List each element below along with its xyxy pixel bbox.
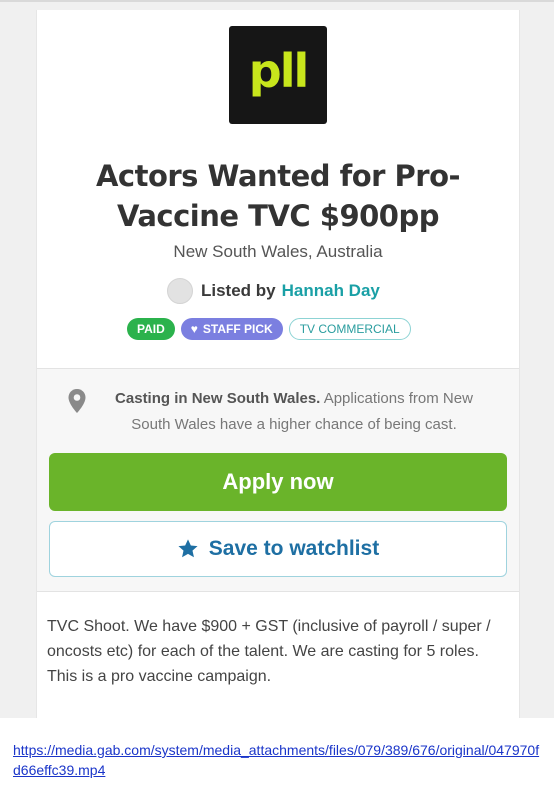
tv-commercial-badge[interactable]: TV COMMERCIAL — [288, 318, 411, 340]
heart-icon: ♥ — [190, 322, 198, 336]
avatar[interactable] — [167, 278, 193, 304]
action-section: Casting in New South Wales. Applications… — [37, 368, 519, 592]
listing-title: Actors Wanted for Pro-Vaccine TVC $900pp — [95, 159, 461, 233]
casting-notice-text: Casting in New South Wales. Applications… — [94, 386, 494, 438]
description-paragraph: This is a pro vaccine campaign. — [47, 668, 272, 685]
source-video-link[interactable]: https://media.gab.com/system/media_attac… — [13, 740, 543, 780]
badge-row: PAID ♥ STAFF PICK TV COMMERCIAL — [127, 318, 411, 340]
brand-logo: pll — [229, 26, 327, 124]
top-divider — [0, 0, 554, 2]
save-to-watchlist-button[interactable]: Save to watchlist — [49, 521, 507, 577]
description-paragraph: TVC Shoot. We have $900 + GST (inclusive… — [47, 618, 491, 660]
listed-by-label: Listed by — [201, 281, 276, 300]
save-to-watchlist-label: Save to watchlist — [208, 537, 380, 560]
listing-location: New South Wales, Australia — [173, 242, 383, 261]
listed-by: Listed by Hannah Day — [167, 278, 380, 304]
location-pin-icon — [68, 389, 86, 413]
lister-name-link[interactable]: Hannah Day — [282, 281, 380, 301]
listing-description: TVC Shoot. We have $900 + GST (inclusive… — [47, 614, 509, 689]
staff-pick-label: STAFF PICK — [202, 322, 273, 336]
brand-logo-text: pll — [248, 44, 309, 98]
listing-card: pll Actors Wanted for Pro-Vaccine TVC $9… — [36, 10, 520, 718]
apply-now-button[interactable]: Apply now — [49, 453, 507, 511]
paid-badge: PAID — [127, 318, 175, 340]
screenshot-frame: pll Actors Wanted for Pro-Vaccine TVC $9… — [0, 0, 554, 718]
casting-notice-strong: Casting in New South Wales. — [115, 390, 321, 407]
staff-pick-badge: ♥ STAFF PICK — [180, 318, 283, 340]
star-icon — [178, 539, 198, 558]
